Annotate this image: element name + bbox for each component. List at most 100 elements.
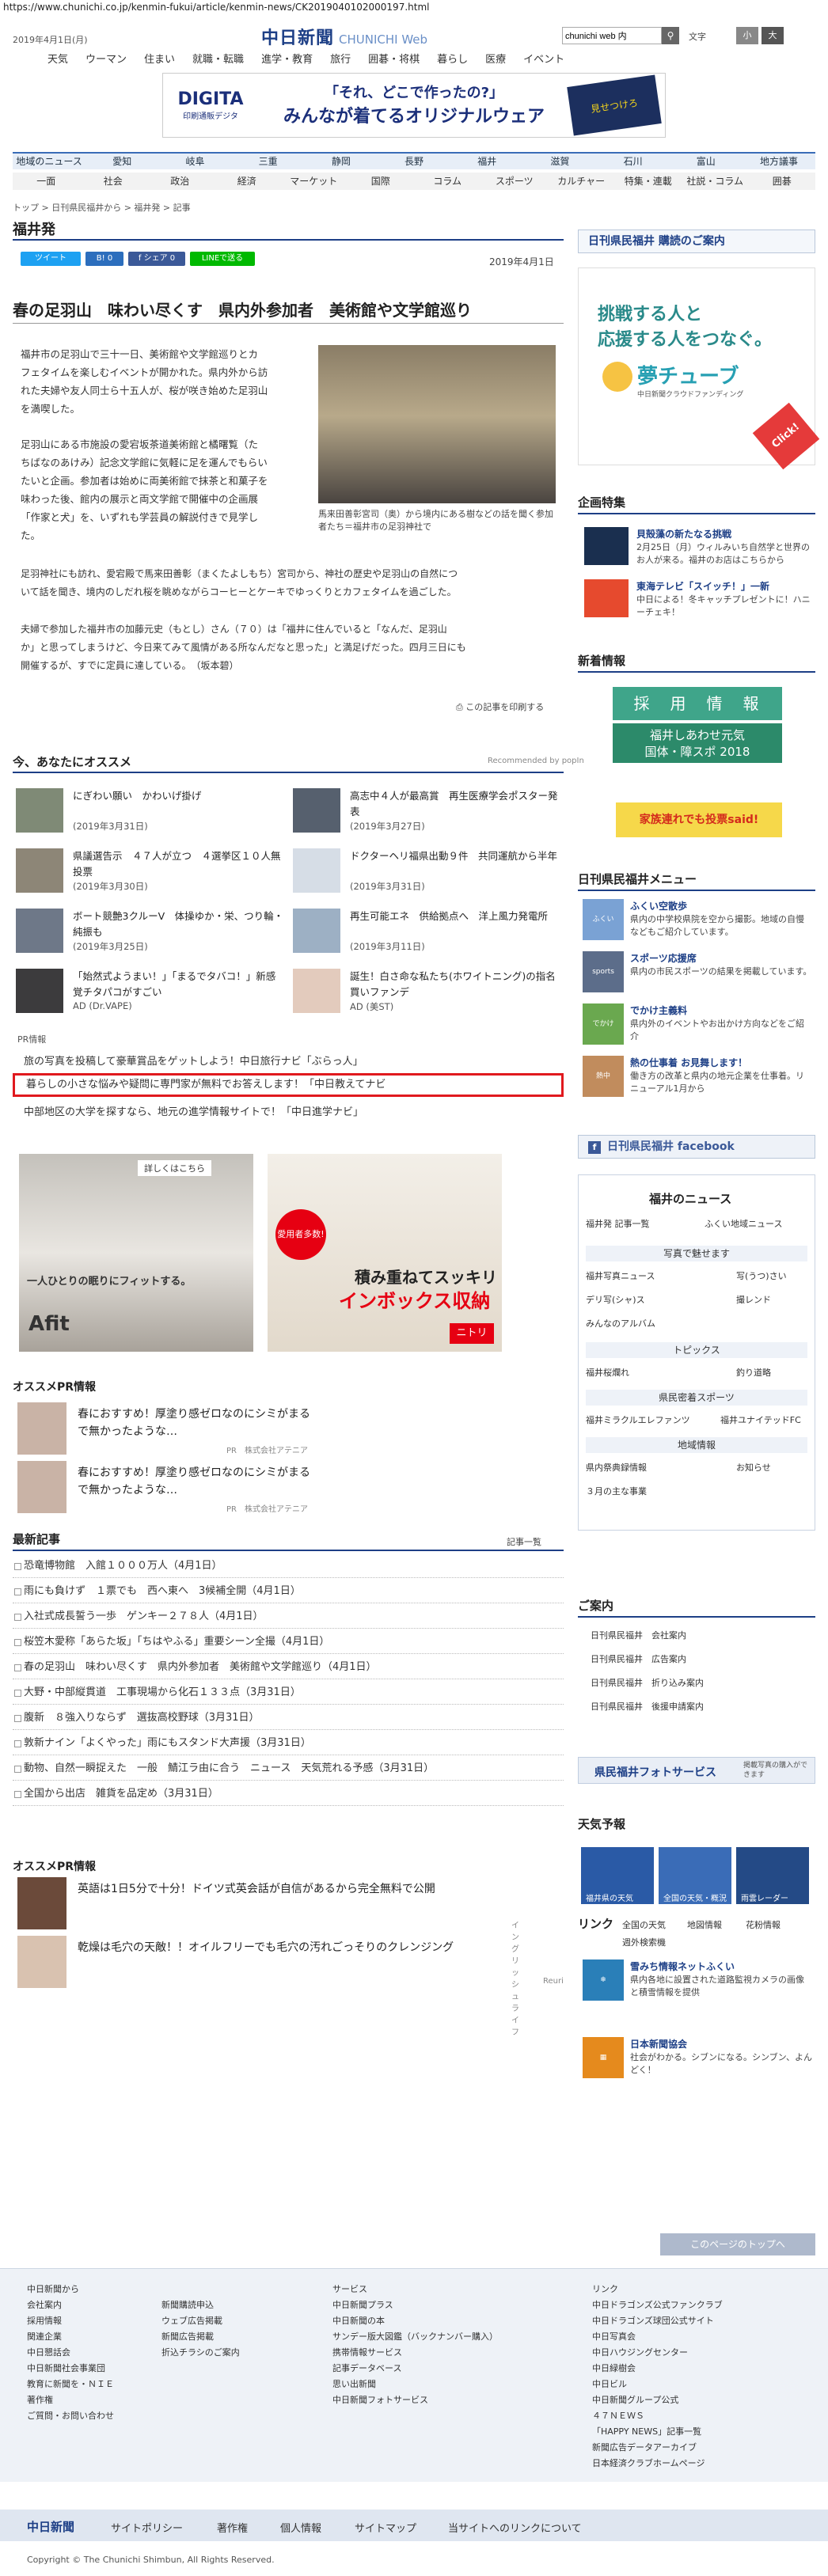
region-nav-item[interactable]: 静岡 — [305, 154, 378, 169]
top-nav-item[interactable]: ウーマン — [85, 51, 127, 66]
news-link[interactable]: 県内祭典録情報 — [586, 1463, 647, 1473]
region-nav-item[interactable]: 滋賀 — [523, 154, 596, 169]
region-nav-item[interactable]: 石川 — [597, 154, 670, 169]
region-nav-item[interactable]: 長野 — [378, 154, 450, 169]
pr-link-highlighted[interactable]: 暮らしの小さな悩みや疑問に専門家が無料でお答えします！「中日教えてナビ — [13, 1073, 564, 1097]
footer-link[interactable]: 記事データベース — [332, 2361, 498, 2377]
line-share-button[interactable]: LINEで送る — [190, 252, 255, 266]
shiawase-banner[interactable]: 福井しあわせ元気 国体・障スポ 2018 — [613, 723, 782, 763]
category-nav-item[interactable]: 政治 — [146, 173, 214, 190]
category-nav-item[interactable]: 一面 — [13, 173, 80, 190]
footer-bar-link[interactable]: 個人情報 — [280, 2520, 321, 2535]
footer-link[interactable]: 関連企業 — [27, 2329, 114, 2345]
link-item[interactable]: 週外検索機 — [622, 1936, 828, 1948]
footer-link[interactable]: 採用情報 — [27, 2313, 114, 2329]
recommend-item[interactable]: 県議選告示 ４７人が立つ ４選挙区１０人無投票 (2019年3月30日) — [16, 848, 285, 897]
oso-pr-item[interactable]: 春におすすめ！厚塗り感ゼロなのにシミがまるで無かったような… PR 株式会社アテニ… — [13, 1402, 361, 1459]
news-link[interactable]: 写(うつ)さい — [736, 1269, 787, 1282]
footer-link[interactable]: 携帯情報サービス — [332, 2345, 498, 2361]
weather-tile-national[interactable]: 全国の天気・概況 — [659, 1847, 731, 1904]
oso-pr2-item[interactable]: 英語は1日5分で十分！ドイツ式英会話が自信があるから完全無料で公開 イングリッシュ… — [13, 1877, 519, 2037]
menu-item[interactable]: 熱中 熱の仕事着 お見舞します！ 働き方の改革と県内の地元企業を仕事着。リニューアル… — [578, 1056, 815, 1105]
guide-link[interactable]: 日刊県民福井 会社案内 — [591, 1629, 812, 1641]
news-link[interactable]: デリ写(シャ)ス — [586, 1295, 645, 1305]
region-nav-item[interactable]: 地域のニュース — [13, 154, 85, 169]
recruit-banner[interactable]: 採 用 情 報 — [613, 687, 782, 720]
category-nav-item[interactable]: 特集・連載 — [615, 173, 682, 190]
facebook-share-button[interactable]: f シェア 0 — [128, 252, 185, 266]
facebook-link[interactable]: f 日刊県民福井 facebook — [578, 1135, 815, 1159]
top-nav-item[interactable]: 天気 — [47, 51, 68, 66]
top-nav-item[interactable]: 囲碁・将棋 — [368, 51, 420, 66]
yume-tube-ad[interactable]: 挑戦する人と 応援する人をつなぐ。 夢チューブ 中日新聞クラウドファンディング … — [578, 267, 820, 470]
yuki-link[interactable]: ❄ 雪みち情報ネットふくい 県内各地に設置された道路監視カメラの画像と積雪情報を提供 — [578, 1960, 815, 2009]
latest-item[interactable]: 桜笠木愛称「あらた坂」「ちはやふる」重要シーン全撮（4月1日） — [13, 1630, 564, 1654]
footer-link[interactable]: 折込チラシのご案内 — [161, 2345, 240, 2361]
latest-item[interactable]: 大野・中部縦貫道 工事現場から化石１３３点（3月31日） — [13, 1681, 564, 1705]
search-icon[interactable]: ⚲ — [662, 27, 679, 44]
footer-link[interactable]: 中日ドラゴンズ球団公式サイト — [592, 2313, 723, 2329]
footer-link[interactable]: 新聞購読申込 — [161, 2297, 240, 2313]
menu-item[interactable]: でかけ でかけ主義料 県内外のイベントやお出かけ方向などをご紹介 — [578, 1003, 815, 1053]
top-nav-item[interactable]: 暮らし — [437, 51, 468, 66]
top-nav-item[interactable]: 就職・転職 — [192, 51, 244, 66]
article-photo[interactable] — [318, 345, 556, 503]
footer-link[interactable]: 日本経済クラブホームページ — [592, 2456, 723, 2472]
banner-ad[interactable]: DIGITA 印刷通販デジタ 「それ、どこで作ったの?」 みんなが着てるオリジナルウ… — [162, 73, 666, 138]
footer-bar-link[interactable]: サイトポリシー — [111, 2520, 183, 2535]
footer-logo[interactable]: 中日新聞 — [27, 2518, 74, 2535]
category-nav-item[interactable]: カルチャー — [548, 173, 615, 190]
oso-pr-item[interactable]: 春におすすめ！厚塗り感ゼロなのにシミがまるで無かったような… PR 株式会社アテニ… — [13, 1461, 361, 1518]
news-link[interactable]: 福井桜爛れ — [586, 1368, 629, 1378]
category-nav-item[interactable]: コラム — [414, 173, 481, 190]
latest-item[interactable]: 敦新ナイン「よくやった」雨にもスタンド大声援（3月31日） — [13, 1732, 564, 1755]
top-nav-item[interactable]: 旅行 — [330, 51, 351, 66]
oso-pr2-item[interactable]: 乾燥は毛穴の天敵！！オイルフリーでも毛穴の汚れごっそりのクレンジング Reuri — [13, 1936, 564, 1993]
print-article-link[interactable]: ⎙ この記事を印刷する — [456, 700, 544, 713]
recommend-item[interactable]: 「始然式ようまい！」「まるでタバコ！」新感覚チタパコがすごい AD (Dr.VAP… — [16, 969, 285, 1018]
top-nav-item[interactable]: 医療 — [485, 51, 506, 66]
latest-item[interactable]: 雨にも負けず １票でも 西へ東へ 3候補全開（4月1日） — [13, 1580, 564, 1603]
font-increase-button[interactable]: 大 — [762, 27, 784, 44]
link-item[interactable]: 地図情報 — [687, 1918, 722, 1931]
recommend-item[interactable]: ドクターヘリ福県出動９件 共同運航から半年 (2019年3月31日) — [293, 848, 562, 897]
region-nav-item[interactable]: 富山 — [670, 154, 743, 169]
region-nav-item[interactable]: 岐阜 — [158, 154, 231, 169]
weather-tile-fukui[interactable]: 福井県の天気 — [581, 1847, 654, 1904]
breadcrumb[interactable]: トップ > 日刊県民福井から > 福井発 > 記事 — [13, 201, 191, 214]
top-nav-item[interactable]: イベント — [523, 51, 564, 66]
news-link[interactable]: 福井発 記事一覧 — [586, 1219, 650, 1229]
footer-bar-link[interactable]: サイトマップ — [355, 2520, 416, 2535]
tweet-button[interactable]: ツイート — [21, 252, 81, 266]
link-item[interactable]: 花粉情報 — [746, 1918, 781, 1931]
footer-link[interactable]: 中日新聞社会事業団 — [27, 2361, 114, 2377]
region-nav-item[interactable]: 三重 — [232, 154, 305, 169]
news-link[interactable]: みんなのアルバム — [586, 1318, 655, 1329]
footer-bar-link[interactable]: 著作権 — [217, 2520, 248, 2535]
subscribe-link[interactable]: 日刊県民福井 購読のご案内 — [578, 230, 815, 253]
footer-link[interactable]: ウェブ広告掲載 — [161, 2313, 240, 2329]
category-nav-item[interactable]: 社会 — [80, 173, 147, 190]
news-link[interactable]: 釣り道略 — [736, 1366, 771, 1379]
ad-more-link[interactable]: 詳しくはこちら — [138, 1160, 211, 1176]
news-link[interactable]: 福井ユナイテッドFC — [720, 1413, 801, 1426]
footer-link[interactable]: 中日ハウジングセンター — [592, 2345, 723, 2361]
nitori-ad[interactable]: 愛用者多数! 積み重ねてスッキリ インボックス収納 ニトリ — [268, 1154, 502, 1352]
recommend-item[interactable]: 再生可能エネ 供給拠点へ 洋上風力発電所 (2019年3月11日) — [293, 909, 562, 958]
category-nav-item[interactable]: マーケット — [280, 173, 348, 190]
footer-bar-link[interactable]: 当サイトへのリンクについて — [448, 2520, 582, 2535]
footer-link[interactable]: 中日新聞プラス — [332, 2297, 498, 2313]
footer-link[interactable]: 教育に新聞を・ＮＩＥ — [27, 2377, 114, 2392]
footer-link[interactable]: 中日ドラゴンズ公式ファンクラブ — [592, 2297, 723, 2313]
recommend-item[interactable]: 誕生！白さ命な私たち(ホワイトニング)の指名買いファンデ AD (美ST) — [293, 969, 562, 1018]
latest-item[interactable]: 腹新 ８強入りならず 選抜高校野球（3月31日） — [13, 1706, 564, 1730]
header-search-input[interactable] — [562, 27, 662, 44]
category-nav-item[interactable]: 経済 — [214, 173, 281, 190]
region-nav-item[interactable]: 地方議事 — [743, 154, 815, 169]
top-nav-item[interactable]: 進学・教育 — [261, 51, 313, 66]
footer-link[interactable]: 中日写真会 — [592, 2329, 723, 2345]
footer-link[interactable]: 著作権 — [27, 2392, 114, 2408]
pr-link[interactable]: 中部地区の大学を探すなら、地元の進学情報サイトで！「中日進学ナビ」 — [13, 1103, 564, 1118]
recommend-item[interactable]: 高志中４人が最高賞 再生医療学会ポスター発表 (2019年3月27日) — [293, 788, 562, 837]
photo-service-banner[interactable]: 県民福井フォトサービス 掲載写真の購入ができます — [578, 1757, 815, 1784]
